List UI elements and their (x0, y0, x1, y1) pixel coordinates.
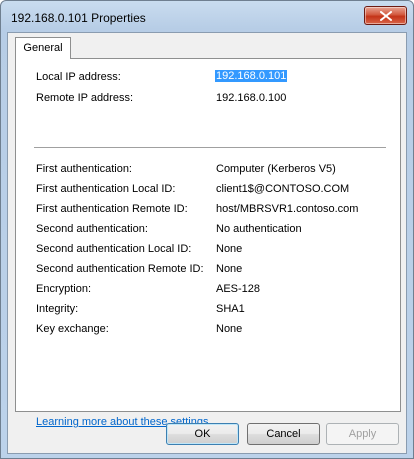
cancel-button[interactable]: Cancel (247, 423, 320, 445)
tab-general[interactable]: General (15, 37, 71, 59)
encryption-label: Encryption: (36, 283, 92, 295)
close-icon (380, 11, 392, 21)
second-auth-value[interactable]: No authentication (216, 223, 302, 235)
first-auth-local-id-value[interactable]: client1$@CONTOSO.COM (216, 183, 349, 195)
integrity-value[interactable]: SHA1 (216, 303, 245, 315)
section-divider (34, 147, 386, 149)
window-title: 192.168.0.101 Properties (11, 11, 146, 25)
first-auth-local-id-label: First authentication Local ID: (36, 183, 176, 195)
key-exchange-value[interactable]: None (216, 323, 242, 335)
second-auth-local-id-value[interactable]: None (216, 243, 242, 255)
properties-window: 192.168.0.101 Properties General Local I… (0, 0, 414, 459)
key-exchange-label: Key exchange: (36, 323, 109, 335)
dialog-client-area: General Local IP address: 192.168.0.101 … (7, 32, 407, 454)
apply-button[interactable]: Apply (326, 423, 399, 445)
close-button[interactable] (364, 6, 407, 25)
first-auth-value[interactable]: Computer (Kerberos V5) (216, 163, 336, 175)
remote-ip-label: Remote IP address: (36, 92, 134, 104)
remote-ip-value[interactable]: 192.168.0.100 (216, 92, 286, 104)
integrity-label: Integrity: (36, 303, 79, 315)
second-auth-label: Second authentication: (36, 223, 148, 235)
ok-button[interactable]: OK (166, 423, 239, 445)
second-auth-local-id-label: Second authentication Local ID: (36, 243, 192, 255)
first-auth-label: First authentication: (36, 163, 132, 175)
second-auth-remote-id-value[interactable]: None (216, 263, 242, 275)
title-bar[interactable]: 192.168.0.101 Properties (1, 1, 413, 33)
general-tab-panel: Local IP address: 192.168.0.101 Remote I… (15, 58, 401, 428)
first-auth-remote-id-value[interactable]: host/MBRSVR1.contoso.com (216, 203, 358, 215)
encryption-value[interactable]: AES-128 (216, 283, 260, 295)
first-auth-remote-id-label: First authentication Remote ID: (36, 203, 188, 215)
local-ip-value[interactable]: 192.168.0.101 (215, 70, 288, 82)
local-ip-label: Local IP address: (36, 71, 121, 83)
second-auth-remote-id-label: Second authentication Remote ID: (36, 263, 204, 275)
